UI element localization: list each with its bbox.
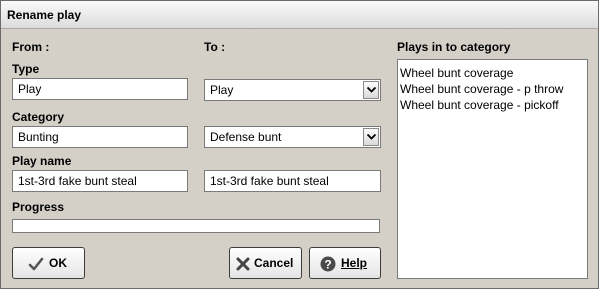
x-icon	[236, 257, 250, 271]
to-category-select[interactable]: Defense bunt	[204, 126, 381, 148]
progress-bar	[12, 219, 380, 233]
from-type-field[interactable]: Play	[12, 78, 188, 100]
window-title: Rename play	[7, 8, 82, 22]
to-header: To :	[204, 40, 226, 54]
type-label: Type	[12, 62, 40, 76]
plays-header: Plays in to category	[397, 40, 511, 54]
cancel-label: Cancel	[254, 256, 294, 270]
cancel-button[interactable]: Cancel	[229, 247, 302, 279]
to-playname-input[interactable]: 1st-3rd fake bunt steal	[204, 170, 381, 192]
from-playname-field[interactable]: 1st-3rd fake bunt steal	[12, 170, 188, 192]
list-item[interactable]: Wheel bunt coverage - p throw	[400, 81, 587, 97]
rename-play-dialog: Rename play From : To : Plays in to cate…	[0, 0, 599, 289]
to-type-value: Play	[210, 83, 234, 97]
checkmark-icon	[28, 257, 44, 271]
to-category-value: Defense bunt	[210, 130, 282, 144]
svg-text:?: ?	[324, 258, 331, 272]
from-header: From :	[12, 40, 50, 54]
chevron-down-icon[interactable]	[363, 128, 379, 146]
list-item[interactable]: Wheel bunt coverage	[400, 65, 587, 81]
from-category-field[interactable]: Bunting	[12, 126, 188, 148]
chevron-down-icon[interactable]	[363, 81, 379, 99]
progress-label: Progress	[12, 200, 65, 214]
playname-label: Play name	[12, 154, 72, 168]
ok-button[interactable]: OK	[12, 247, 85, 279]
plays-list[interactable]: Wheel bunt coverage Wheel bunt coverage …	[397, 59, 588, 279]
help-button[interactable]: ? Help	[309, 247, 381, 279]
list-item[interactable]: Wheel bunt coverage - pickoff	[400, 97, 587, 113]
title-bar[interactable]: Rename play	[1, 1, 598, 29]
category-label: Category	[12, 110, 65, 124]
to-type-select[interactable]: Play	[204, 79, 381, 101]
ok-label: OK	[49, 256, 67, 270]
question-icon: ?	[320, 256, 336, 272]
help-label: Help	[341, 256, 368, 270]
